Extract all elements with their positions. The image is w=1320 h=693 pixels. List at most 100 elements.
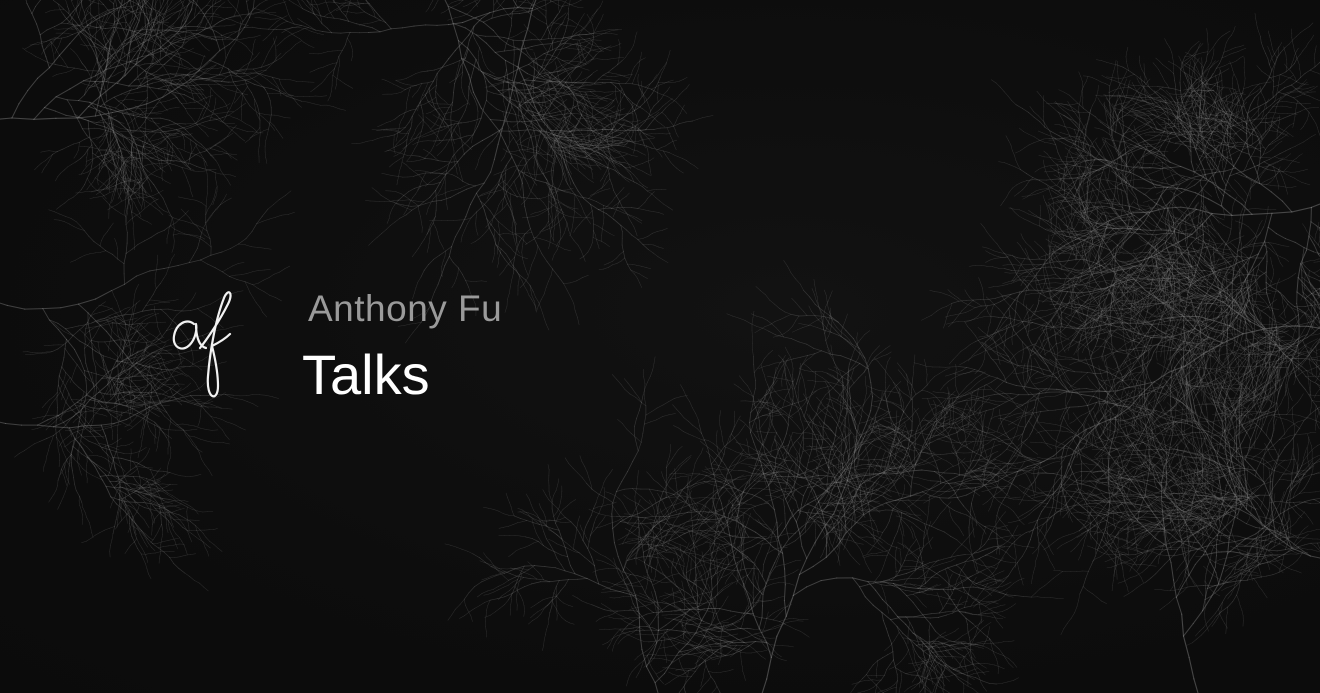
branch-segment <box>150 187 152 192</box>
branch-segment <box>70 34 78 44</box>
branch-segment <box>61 203 65 206</box>
branch-segment <box>85 84 89 85</box>
branch-segment <box>157 176 162 178</box>
branch-segment <box>38 68 50 79</box>
branch-segment <box>114 97 118 101</box>
branch-segment <box>127 137 132 138</box>
branch-segment <box>113 195 114 199</box>
branch-segment <box>88 121 89 129</box>
branch-segment <box>190 187 191 192</box>
branch-segment <box>56 97 67 100</box>
branch-segment <box>141 205 142 210</box>
branch-segment <box>42 169 44 173</box>
branch-segment <box>32 6 36 13</box>
branch-segment <box>106 96 107 102</box>
branch-segment <box>118 71 122 73</box>
branch-segment <box>81 184 85 190</box>
branch-segment <box>55 111 66 115</box>
branch-segment <box>116 126 120 128</box>
branch-segment <box>159 207 163 210</box>
branch-segment <box>38 163 42 166</box>
branch-segment <box>143 165 148 167</box>
branch-segment <box>114 94 122 97</box>
branch-segment <box>89 129 90 137</box>
branch-segment <box>96 146 100 151</box>
branch-segment <box>88 128 94 129</box>
branch-segment <box>120 40 121 44</box>
branch-segment <box>73 194 77 197</box>
branch-segment <box>72 162 76 164</box>
branch-segment <box>210 120 217 121</box>
branch-segment <box>47 27 55 30</box>
branch-segment <box>173 137 178 138</box>
branch-segment <box>148 164 153 165</box>
branch-segment <box>184 172 186 177</box>
branch-segment <box>140 166 142 170</box>
branch-segment <box>144 79 148 80</box>
branch-segment <box>113 116 117 118</box>
branch-segment <box>140 108 144 109</box>
branch-segment <box>49 151 53 152</box>
branch-segment <box>32 14 37 24</box>
branch-segment <box>147 118 151 121</box>
branch-segment <box>175 165 182 167</box>
branch-segment <box>94 64 96 68</box>
branch-segment <box>186 177 188 182</box>
branch-segment <box>139 80 141 84</box>
branch-segment <box>125 181 129 182</box>
branch-segment <box>92 145 93 153</box>
branch-segment <box>68 164 72 167</box>
branch-segment <box>41 151 45 152</box>
branch-segment <box>118 158 119 164</box>
branch-segment <box>185 35 190 37</box>
branch-segment <box>233 117 238 119</box>
branch-segment <box>229 115 233 117</box>
branch-segment <box>141 79 144 84</box>
branch-segment <box>35 166 38 169</box>
branch-segment <box>108 29 111 32</box>
branch-segment <box>0 118 12 120</box>
branch-segment <box>125 144 127 148</box>
branch-segment <box>117 32 118 36</box>
branch-segment <box>175 62 180 64</box>
branch-segment <box>102 33 104 39</box>
branch-segment <box>87 173 90 179</box>
branch-segment <box>87 154 88 158</box>
branch-segment <box>170 167 172 171</box>
branch-segment <box>171 58 175 61</box>
branch-segment <box>153 82 159 84</box>
branch-segment <box>238 119 242 121</box>
branch-segment <box>64 167 68 170</box>
branch-segment <box>184 48 189 50</box>
branch-segment <box>136 171 139 175</box>
branch-segment <box>156 203 159 207</box>
branch-segment <box>145 149 146 153</box>
branch-segment <box>19 91 28 104</box>
branch-segment <box>133 123 134 127</box>
branch-segment <box>76 151 78 155</box>
branch-segment <box>52 151 57 154</box>
branch-segment <box>62 18 68 23</box>
branch-segment <box>192 69 197 71</box>
branch-segment <box>58 173 61 177</box>
branch-segment <box>49 158 51 162</box>
branch-segment <box>100 192 104 195</box>
branch-segment <box>109 171 110 176</box>
branch-segment <box>124 61 128 62</box>
branch-segment <box>74 155 76 159</box>
branch-segment <box>68 144 73 147</box>
branch-segment <box>104 39 106 45</box>
branch-segment <box>78 147 79 151</box>
branch-segment <box>178 136 183 137</box>
branch-segment <box>110 50 111 54</box>
branch-segment <box>172 79 179 80</box>
branch-segment <box>86 162 87 166</box>
branch-segment <box>182 149 186 151</box>
branch-segment <box>37 24 41 35</box>
branch-segment <box>25 0 27 3</box>
branch-segment <box>76 159 81 162</box>
branch-segment <box>85 178 88 184</box>
branch-segment <box>104 84 106 90</box>
branch-segment <box>90 137 92 145</box>
branch-segment <box>142 200 143 205</box>
